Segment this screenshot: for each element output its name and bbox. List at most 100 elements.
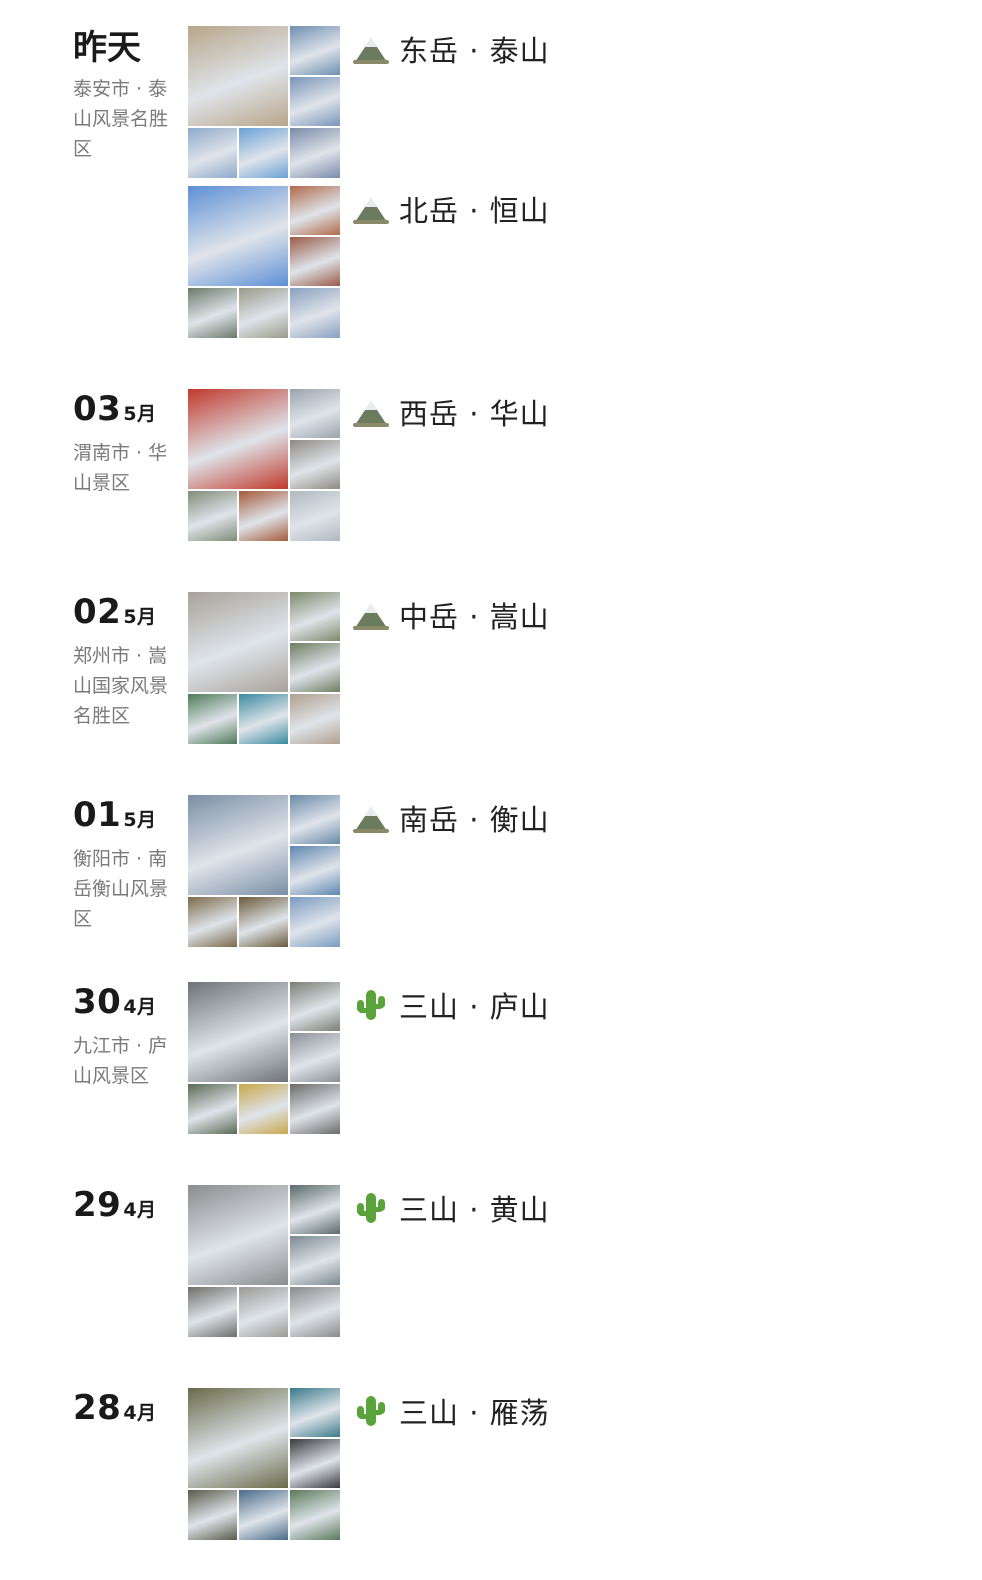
photo-thumbnail[interactable] xyxy=(188,982,288,1082)
photo-thumbnail[interactable] xyxy=(239,897,288,947)
date-day: 29 4月 xyxy=(73,1185,183,1230)
photo-thumbnail[interactable] xyxy=(188,389,288,489)
caption-text: 西岳 · 华山 xyxy=(399,397,550,431)
photo-grid[interactable] xyxy=(188,389,340,541)
photo-thumbnail[interactable] xyxy=(239,128,288,178)
photo-thumbnail[interactable] xyxy=(290,26,340,75)
photo-thumbnail[interactable] xyxy=(290,694,340,744)
photo-thumbnail[interactable] xyxy=(239,1490,288,1540)
photo-thumbnail[interactable] xyxy=(290,237,340,286)
photo-grid[interactable] xyxy=(188,592,340,744)
photo-thumbnail[interactable] xyxy=(188,1084,237,1134)
photo-thumbnail[interactable] xyxy=(290,389,340,438)
photo-thumbnail[interactable] xyxy=(290,846,340,895)
photo-thumbnail[interactable] xyxy=(188,694,237,744)
photo-thumbnail[interactable] xyxy=(188,592,288,692)
location-label: 九江市 · 庐山风景区 xyxy=(73,1035,168,1087)
caption-text: 三山 · 雁荡 xyxy=(399,1396,550,1430)
photo-thumbnail[interactable] xyxy=(188,128,237,178)
date-month: 4月 xyxy=(123,1199,157,1221)
photo-thumbnail[interactable] xyxy=(290,592,340,641)
date-day-number: 30 xyxy=(73,982,122,1022)
photo-thumbnail[interactable] xyxy=(290,1236,340,1285)
mountain-icon xyxy=(353,801,389,835)
cactus-icon xyxy=(353,1394,389,1428)
photo-thumbnail[interactable] xyxy=(290,186,340,235)
photo-thumbnail[interactable] xyxy=(290,128,340,178)
photo-thumbnail[interactable] xyxy=(290,897,340,947)
date-day-number: 01 xyxy=(73,795,122,835)
photo-grid[interactable] xyxy=(188,186,340,338)
photo-grid[interactable] xyxy=(188,982,340,1134)
post-caption[interactable]: 三山 · 黄山 xyxy=(353,1187,550,1229)
date-day-number: 03 xyxy=(73,389,122,429)
date-block: 03 5月 渭南市 · 华山景区 xyxy=(73,389,183,498)
photo-thumbnail[interactable] xyxy=(290,288,340,338)
date-month: 5月 xyxy=(123,809,157,831)
photo-thumbnail[interactable] xyxy=(290,1287,340,1337)
photo-thumbnail[interactable] xyxy=(239,491,288,541)
photo-thumbnail[interactable] xyxy=(188,897,237,947)
date-day: 昨天 xyxy=(73,28,141,68)
date-block: 昨天 泰安市 · 泰山风景名胜区 xyxy=(73,26,183,164)
location-label: 衡阳市 · 南岳衡山风景区 xyxy=(73,848,169,930)
date-day-number: 29 xyxy=(73,1185,122,1225)
post-caption[interactable]: 中岳 · 嵩山 xyxy=(353,594,550,636)
cactus-icon xyxy=(353,988,389,1022)
photo-thumbnail[interactable] xyxy=(188,795,288,895)
post-caption[interactable]: 西岳 · 华山 xyxy=(353,391,550,433)
photo-thumbnail[interactable] xyxy=(290,1439,340,1488)
photo-thumbnail[interactable] xyxy=(188,1388,288,1488)
photo-thumbnail[interactable] xyxy=(188,1490,237,1540)
photo-thumbnail[interactable] xyxy=(188,1185,288,1285)
cactus-icon xyxy=(353,1191,389,1225)
photo-thumbnail[interactable] xyxy=(290,440,340,489)
photo-thumbnail[interactable] xyxy=(239,1084,288,1134)
photo-thumbnail[interactable] xyxy=(239,1287,288,1337)
date-block: 28 4月 xyxy=(73,1388,183,1433)
photo-thumbnail[interactable] xyxy=(290,1185,340,1234)
photo-thumbnail[interactable] xyxy=(188,1287,237,1337)
photo-thumbnail[interactable] xyxy=(290,643,340,692)
mountain-icon xyxy=(353,32,389,66)
photo-thumbnail[interactable] xyxy=(290,1490,340,1540)
date-block: 02 5月 郑州市 · 嵩山国家风景名胜区 xyxy=(73,592,183,731)
photo-thumbnail[interactable] xyxy=(290,1388,340,1437)
date-month: 4月 xyxy=(123,996,157,1018)
photo-thumbnail[interactable] xyxy=(290,1033,340,1082)
date-day-number: 02 xyxy=(73,592,122,632)
caption-text: 三山 · 黄山 xyxy=(399,1193,550,1227)
photo-thumbnail[interactable] xyxy=(188,288,237,338)
photo-grid[interactable] xyxy=(188,795,340,947)
location-label: 渭南市 · 华山景区 xyxy=(73,442,168,494)
post-caption[interactable]: 北岳 · 恒山 xyxy=(353,188,550,230)
location-label: 泰安市 · 泰山风景名胜区 xyxy=(73,78,169,160)
caption-text: 北岳 · 恒山 xyxy=(399,194,550,228)
photo-grid[interactable] xyxy=(188,26,340,178)
post-caption[interactable]: 三山 · 庐山 xyxy=(353,984,550,1026)
photo-thumbnail[interactable] xyxy=(239,288,288,338)
photo-thumbnail[interactable] xyxy=(188,491,237,541)
date-block: 30 4月 九江市 · 庐山风景区 xyxy=(73,982,183,1091)
date-month: 5月 xyxy=(123,403,157,425)
photo-thumbnail[interactable] xyxy=(188,26,288,126)
photo-thumbnail[interactable] xyxy=(290,795,340,844)
mountain-icon xyxy=(353,395,389,429)
date-day: 30 4月 xyxy=(73,982,183,1027)
photo-thumbnail[interactable] xyxy=(290,982,340,1031)
photo-thumbnail[interactable] xyxy=(290,77,340,126)
date-day: 01 5月 xyxy=(73,795,183,840)
photo-thumbnail[interactable] xyxy=(290,491,340,541)
post-caption[interactable]: 东岳 · 泰山 xyxy=(353,28,550,70)
photo-grid[interactable] xyxy=(188,1388,340,1540)
photo-grid[interactable] xyxy=(188,1185,340,1337)
caption-text: 东岳 · 泰山 xyxy=(399,34,550,68)
caption-text: 三山 · 庐山 xyxy=(399,990,550,1024)
date-month: 5月 xyxy=(123,606,157,628)
post-caption[interactable]: 三山 · 雁荡 xyxy=(353,1390,550,1432)
photo-thumbnail[interactable] xyxy=(290,1084,340,1134)
post-caption[interactable]: 南岳 · 衡山 xyxy=(353,797,550,839)
date-day: 28 4月 xyxy=(73,1388,183,1433)
photo-thumbnail[interactable] xyxy=(239,694,288,744)
photo-thumbnail[interactable] xyxy=(188,186,288,286)
